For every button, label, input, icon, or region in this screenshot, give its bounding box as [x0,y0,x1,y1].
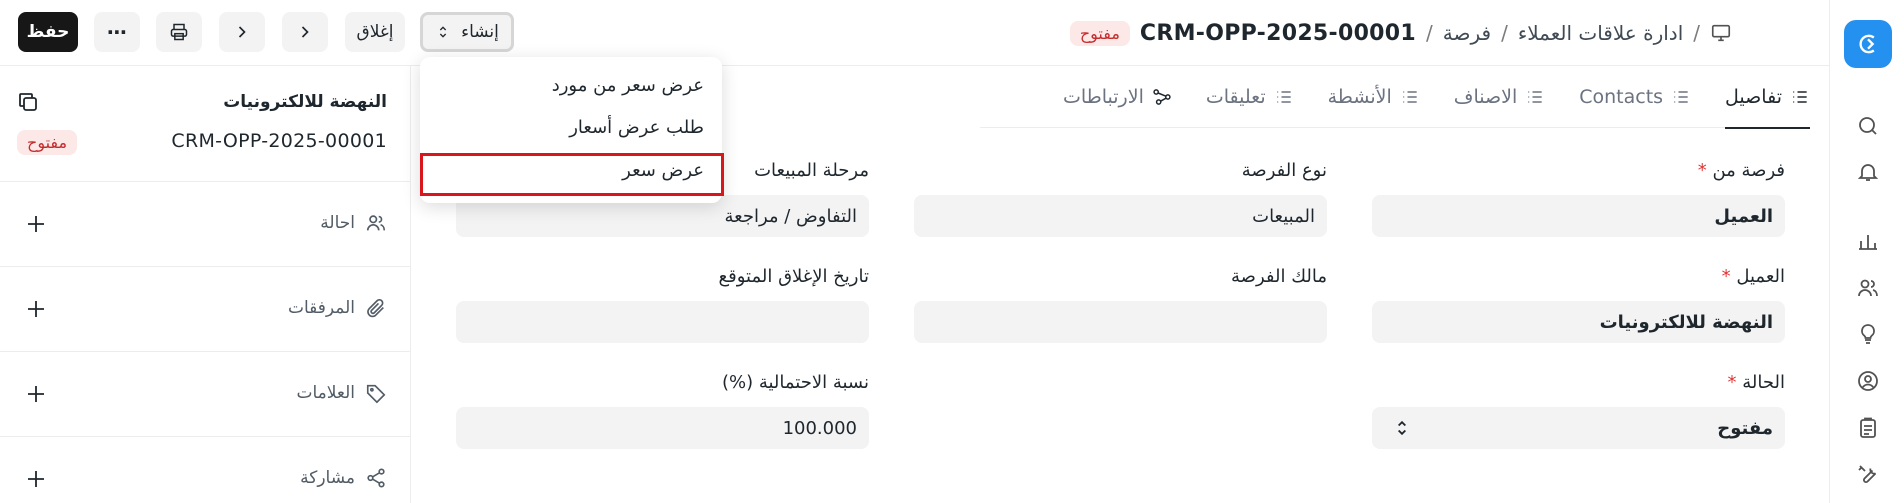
desktop-icon[interactable] [1710,22,1732,44]
form-tabs: تفاصيل Contacts الاصناف الأنشطة تعليقات … [980,66,1810,129]
app-rail [1829,0,1904,503]
sidebar-record-id: CRM-OPP-2025-00001 [171,130,387,152]
more-actions-button[interactable]: ⋯ [94,12,140,52]
sidebar-panel: النهضة للالكترونيات CRM-OPP-2025-00001 م… [0,66,411,503]
field-label: الحالة [1742,372,1785,393]
status-badge: مفتوح [1069,20,1130,46]
field-label: تاريخ الإغلاق المتوقع [718,266,869,287]
tab-details[interactable]: تفاصيل [1691,66,1810,129]
save-button[interactable]: حفظ [18,12,78,52]
opportunity-type-input[interactable]: المبيعات [914,195,1327,237]
tab-label: تعليقات [1205,85,1266,108]
tools-icon[interactable] [1856,462,1880,486]
share-icon [367,468,385,488]
tab-label: تفاصيل [1725,85,1782,108]
tab-items[interactable]: الاصناف [1420,66,1545,128]
sidebar-row-label: مشاركة [300,468,355,488]
tab-label: Contacts [1579,85,1664,108]
create-dropdown-button[interactable]: إنشاء [420,12,514,52]
breadcrumb-separator: / [1426,21,1433,45]
tag-icon [366,384,386,404]
print-button[interactable] [156,12,202,52]
field-label: نسبة الاحتمالية (%) [721,372,869,393]
next-record-button[interactable] [282,12,328,52]
create-label: إنشاء [461,22,499,42]
breadcrumb-separator: / [1693,21,1700,45]
copy-icon[interactable] [16,90,40,114]
page-title: CRM-OPP-2025-00001 [1139,20,1417,46]
list-icon [1793,90,1807,103]
printer-icon [170,23,188,41]
plus-icon[interactable] [24,382,48,406]
probability-input[interactable]: 100.000 [456,407,869,449]
field-label: نوع الفرصة [1241,160,1327,181]
chevron-right-icon [238,26,246,38]
prev-record-button[interactable] [219,12,265,52]
sidebar-row-label: احالة [320,213,355,233]
paperclip-icon [367,299,384,318]
search-icon[interactable] [1856,114,1880,138]
breadcrumb-module[interactable]: ادارة علاقات العملاء [1518,21,1683,45]
tab-label: الارتباطات [1062,85,1144,108]
select-arrows-icon [439,26,447,38]
opportunity-owner-input[interactable] [914,301,1327,343]
erp-logo-icon [1859,34,1875,54]
menu-item-request-for-quotation[interactable]: طلب عرض أسعار [569,117,704,138]
field-label: فرصة من [1712,160,1785,181]
bar-chart-icon[interactable] [1856,229,1880,253]
app-logo[interactable] [1844,20,1892,68]
expected-closing-input[interactable] [456,301,869,343]
required-mark: * [1727,372,1737,393]
bell-icon[interactable] [1856,160,1880,184]
top-bar: حفظ ⋯ إغلاق إنشاء / ادارة علاقات العملاء… [0,0,1829,66]
highlight-box [420,153,724,196]
sidebar-row-label: العلامات [296,383,355,403]
chevron-right-icon [301,26,309,38]
opportunity-from-input[interactable]: العميل [1372,195,1785,237]
tab-contacts[interactable]: Contacts [1545,66,1691,128]
select-arrows-icon [1398,420,1406,436]
list-icon [1403,90,1417,103]
field-label: مرحلة المبيعات [754,160,869,181]
lightbulb-icon[interactable] [1856,322,1880,346]
clipboard-icon[interactable] [1856,416,1880,440]
sidebar-row-tags: العلامات [0,352,411,437]
users-icon [366,215,386,231]
field-label: العميل [1736,266,1785,287]
users-icon[interactable] [1856,276,1880,300]
required-mark: * [1697,160,1707,181]
plus-icon[interactable] [24,467,48,491]
tab-connections[interactable]: الارتباطات [1029,66,1172,128]
status-select[interactable]: مفتوح [1372,407,1785,449]
status-value: مفتوح [1717,417,1773,439]
field-label: مالك الفرصة [1231,266,1327,287]
plus-icon[interactable] [24,297,48,321]
list-icon [1528,90,1542,103]
sidebar-status-badge: مفتوح [17,130,78,155]
breadcrumb: / ادارة علاقات العملاء / فرصة / CRM-OPP-… [1069,16,1732,50]
required-mark: * [1721,266,1731,287]
menu-item-supplier-quotation[interactable]: عرض سعر من مورد [552,75,704,96]
tab-label: الأنشطة [1327,85,1392,108]
close-button[interactable]: إغلاق [345,12,405,52]
breadcrumb-doctype[interactable]: فرصة [1443,21,1491,45]
tab-activities[interactable]: الأنشطة [1294,66,1420,128]
list-icon [1276,90,1291,103]
more-icon: ⋯ [107,20,127,44]
sidebar-row-share: مشاركة [0,437,411,503]
sidebar-row-assign: احالة [0,182,411,267]
sidebar-row-attachments: المرفقات [0,267,411,352]
customer-input[interactable]: النهضة للالكترونيات [1372,301,1785,343]
connections-icon [1153,88,1171,105]
sidebar-header: النهضة للالكترونيات CRM-OPP-2025-00001 م… [0,66,411,182]
contact-circle-icon[interactable] [1856,369,1880,393]
sidebar-record-name: النهضة للالكترونيات [223,92,387,112]
tab-comments[interactable]: تعليقات [1172,66,1294,128]
plus-icon[interactable] [24,212,48,236]
tab-label: الاصناف [1453,85,1518,108]
list-icon [1674,90,1688,103]
sidebar-row-label: المرفقات [287,298,355,318]
breadcrumb-separator: / [1501,21,1508,45]
